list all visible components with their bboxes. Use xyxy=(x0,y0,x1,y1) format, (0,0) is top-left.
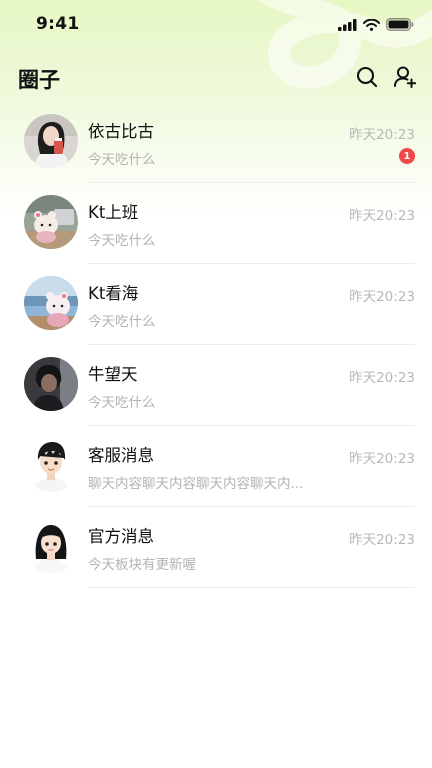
avatar[interactable] xyxy=(24,195,78,249)
conversation-name: 客服消息 xyxy=(88,446,154,465)
conversation-item[interactable]: 依古比古 今天吃什么 昨天20:23 1 xyxy=(0,102,432,183)
avatar-photo-girl-with-drink xyxy=(24,114,78,168)
avatar[interactable] xyxy=(24,438,78,492)
add-user-icon xyxy=(394,66,417,88)
status-bar: 9:41 xyxy=(0,0,432,50)
conversation-item[interactable]: 客服消息 聊天内容聊天内容聊天内容聊天内... 昨天20:23 xyxy=(0,426,432,507)
conversation-name: 牛望天 xyxy=(88,365,138,384)
message-time: 昨天20:23 xyxy=(349,532,415,548)
avatar-cartoon-girl xyxy=(24,519,78,573)
status-time: 9:41 xyxy=(36,14,80,34)
avatar[interactable] xyxy=(24,114,78,168)
conversation-name: 依古比古 xyxy=(88,122,154,141)
avatar[interactable] xyxy=(24,276,78,330)
conversation-item[interactable]: Kt上班 今天吃什么 昨天20:23 xyxy=(0,183,432,264)
avatar[interactable] xyxy=(24,519,78,573)
message-time: 昨天20:23 xyxy=(349,289,415,305)
message-time: 昨天20:23 xyxy=(349,451,415,467)
avatar-photo-dark-portrait xyxy=(24,357,78,411)
message-preview: 今天吃什么 xyxy=(88,314,156,330)
message-time: 昨天20:23 xyxy=(349,127,415,143)
conversation-list: 依古比古 今天吃什么 昨天20:23 1 Kt上班 今天吃什么 昨天20:23 … xyxy=(0,102,432,588)
message-preview: 今天吃什么 xyxy=(88,152,156,168)
add-friend-button[interactable] xyxy=(390,62,420,92)
conversation-item[interactable]: Kt看海 今天吃什么 昨天20:23 xyxy=(0,264,432,345)
search-button[interactable] xyxy=(352,62,382,92)
conversation-name: Kt上班 xyxy=(88,203,139,222)
divider xyxy=(88,587,415,588)
avatar[interactable] xyxy=(24,357,78,411)
message-preview: 今天板块有更新喔 xyxy=(88,557,196,573)
avatar-photo-plush-by-sea xyxy=(24,276,78,330)
conversation-item[interactable]: 牛望天 今天吃什么 昨天20:23 xyxy=(0,345,432,426)
wifi-icon xyxy=(363,18,380,31)
signal-icon xyxy=(338,18,357,31)
battery-icon xyxy=(386,18,414,31)
avatar-cartoon-boy xyxy=(24,438,78,492)
status-icons xyxy=(338,18,414,31)
message-preview: 今天吃什么 xyxy=(88,233,156,249)
message-time: 昨天20:23 xyxy=(349,370,415,386)
top-nav-bar: 圈子 xyxy=(0,56,432,100)
message-time: 昨天20:23 xyxy=(349,208,415,224)
message-preview: 今天吃什么 xyxy=(88,395,156,411)
conversation-name: Kt看海 xyxy=(88,284,139,303)
page-title: 圈子 xyxy=(18,68,60,92)
message-preview: 聊天内容聊天内容聊天内容聊天内... xyxy=(88,476,304,492)
search-icon xyxy=(356,66,378,88)
conversation-item[interactable]: 官方消息 今天板块有更新喔 昨天20:23 xyxy=(0,507,432,588)
unread-badge: 1 xyxy=(399,148,415,164)
avatar-photo-plush-at-desk xyxy=(24,195,78,249)
conversation-name: 官方消息 xyxy=(88,527,154,546)
